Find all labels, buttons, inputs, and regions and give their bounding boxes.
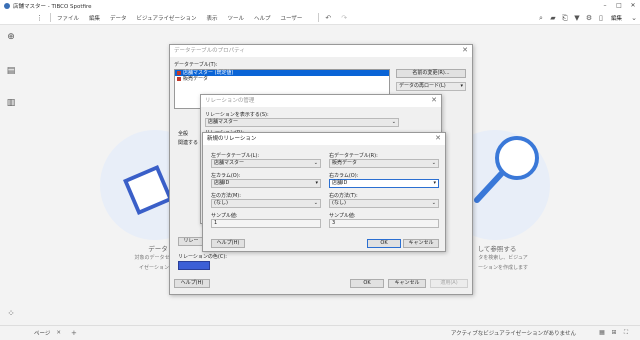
chevron-down-icon: ⌄ [391, 119, 396, 125]
apply-button[interactable]: 適用(A) [430, 279, 468, 288]
left-sample-field: 1 [211, 219, 321, 228]
right-table-select[interactable]: 販売データ ⌄ [329, 159, 439, 168]
title-bar: 店舗マスター - TIBCO Spotfire – □ ✕ [0, 0, 640, 11]
tables-label: データテーブル(T): [174, 62, 218, 68]
close-icon[interactable]: ✕ [462, 46, 468, 54]
close-icon[interactable]: ✕ [56, 330, 61, 336]
left-sample-label: サンプル値: [211, 213, 238, 219]
right-table-label: 右データテーブル(R): [329, 153, 378, 159]
chevron-down-icon: ⌄ [313, 200, 318, 206]
table-icon [177, 71, 181, 75]
chevron-down-icon: ⌄ [431, 200, 436, 206]
left-sidebar: ⊕ ▤ ▥ ⁘ [0, 25, 22, 325]
menu-edit[interactable]: 編集 [89, 14, 100, 22]
bg-right-title: して参照する [477, 245, 517, 253]
search-icon[interactable]: ⌕ [535, 14, 547, 23]
ok-button[interactable]: OK [350, 279, 384, 288]
right-column-select[interactable]: 店舗ID ▾ [329, 179, 439, 188]
reload-data-dropdown[interactable]: データの再ロード(L) ▾ [396, 82, 466, 91]
undo-icon[interactable]: ↶ [325, 14, 331, 22]
menu-view[interactable]: 表示 [206, 14, 217, 22]
window-controls: – □ ✕ [598, 0, 640, 11]
menu-file[interactable]: ファイル [57, 14, 79, 22]
visualization-types-icon[interactable]: ▥ [6, 98, 16, 108]
rename-button[interactable]: 名前の変更(R)... [396, 69, 466, 78]
menu-help[interactable]: ヘルプ [254, 14, 271, 22]
help-button[interactable]: ヘルプ(H) [211, 239, 245, 248]
window-title: 店舗マスター - TIBCO Spotfire [13, 3, 92, 10]
close-icon[interactable]: ✕ [626, 0, 640, 11]
left-method-select[interactable]: (なし) ⌄ [211, 199, 321, 208]
new-relation-dialog: 新規のリレーション ✕ 左データテーブル(L): 店舗マスター ⌄ 右データテーブ… [202, 132, 446, 252]
bg-right-line2: ーションを作成します [478, 265, 528, 271]
status-message: アクティブなビジュアライゼーションがありません [450, 331, 576, 337]
menu-divider [50, 13, 51, 22]
left-column-label: 左カラム(O): [211, 173, 241, 179]
comment-icon[interactable]: ▰ [547, 14, 559, 22]
bg-right-line1: タを検索し、ビジュア [478, 255, 528, 261]
relation-color-swatch[interactable] [178, 261, 210, 270]
dialog-title: 新規のリレーション [203, 133, 445, 145]
right-method-label: 右の方法(T): [329, 193, 358, 199]
relations-tab[interactable]: 関連する [178, 139, 198, 146]
right-column-label: 右カラム(O): [329, 173, 359, 179]
right-method-select[interactable]: (なし) ⌄ [329, 199, 439, 208]
left-table-select[interactable]: 店舗マスター ⌄ [211, 159, 321, 168]
status-bar: ページ ✕ + アクティブなビジュアライゼーションがありません ▦ ⊞ ⛶ [0, 325, 640, 340]
list-item[interactable]: 販売データ [175, 76, 389, 82]
ok-button[interactable]: OK [367, 239, 401, 248]
maximize-icon[interactable]: □ [612, 0, 626, 11]
menu-data[interactable]: データ [110, 14, 127, 22]
show-relations-select[interactable]: 店舗マスター ⌄ [205, 118, 399, 127]
close-icon[interactable]: ✕ [431, 96, 437, 104]
left-method-label: 左の方法(M): [211, 193, 241, 199]
panel-icon[interactable]: ▯ [595, 14, 607, 22]
page-tab-label: ページ [34, 331, 51, 337]
left-table-label: 左データテーブル(L): [211, 153, 260, 159]
more-tools-icon[interactable]: ⁘ [6, 309, 16, 319]
relation-color-label: リレーションの色(C): [178, 254, 227, 260]
grid-icon[interactable]: ▦ [596, 329, 608, 337]
layout-icon[interactable]: ⊞ [608, 329, 620, 337]
right-sample-field: 3 [329, 219, 439, 228]
bg-left-line2: イゼーション [139, 265, 169, 271]
cancel-button[interactable]: キャンセル [388, 279, 426, 288]
chevron-down-icon: ⌄ [313, 160, 318, 166]
chevron-down-icon: ▾ [315, 180, 318, 186]
chevron-down-icon: ▾ [433, 180, 436, 186]
edit-mode-button[interactable]: 編集 [611, 14, 622, 22]
menu-tools[interactable]: ツール [227, 14, 244, 22]
relations-button[interactable]: リレー [178, 237, 204, 246]
spotfire-app-icon [4, 2, 10, 9]
bookmark-icon[interactable]: ⎗ [559, 14, 571, 23]
chevron-down-icon: ⌄ [431, 160, 436, 166]
right-sample-label: サンプル値: [329, 213, 356, 219]
fullscreen-icon[interactable]: ⛶ [620, 329, 632, 337]
filter-icon[interactable]: ▼ [571, 14, 583, 22]
status-icons: ▦ ⊞ ⛶ [596, 329, 632, 337]
toolbar-right: ⌕ ▰ ⎗ ▼ ⚙ ▯ 編集 ⌄ [535, 11, 640, 25]
menu-divider [318, 13, 320, 22]
close-icon[interactable]: ✕ [435, 134, 441, 142]
minimize-icon[interactable]: – [598, 0, 612, 11]
general-tab[interactable]: 全般 [178, 130, 188, 137]
redo-icon[interactable]: ↷ [341, 14, 347, 22]
data-panel-icon[interactable]: ▤ [6, 66, 16, 76]
left-column-select[interactable]: 店舗ID ▾ [211, 179, 321, 188]
menu-user[interactable]: ユーザー [281, 14, 303, 22]
chevron-down-icon[interactable]: ⌄ [628, 14, 640, 22]
add-page-icon[interactable]: + [71, 329, 77, 337]
dialog-title: データテーブルのプロパティ [170, 45, 472, 57]
add-data-icon[interactable]: ⊕ [6, 32, 16, 42]
menu-visualization[interactable]: ビジュアライゼーション [137, 14, 197, 22]
help-button[interactable]: ヘルプ(H) [174, 279, 210, 288]
show-relations-label: リレーションを表示する(S): [205, 112, 269, 118]
more-options-icon[interactable]: ⋮ [36, 14, 44, 22]
page-tab[interactable]: ページ ✕ [34, 329, 61, 337]
table-icon [177, 77, 181, 81]
cancel-button[interactable]: キャンセル [403, 239, 439, 248]
dialog-title: リレーションの管理 [201, 95, 441, 107]
settings-icon[interactable]: ⚙ [583, 14, 595, 22]
chevron-down-icon: ▾ [460, 83, 463, 89]
